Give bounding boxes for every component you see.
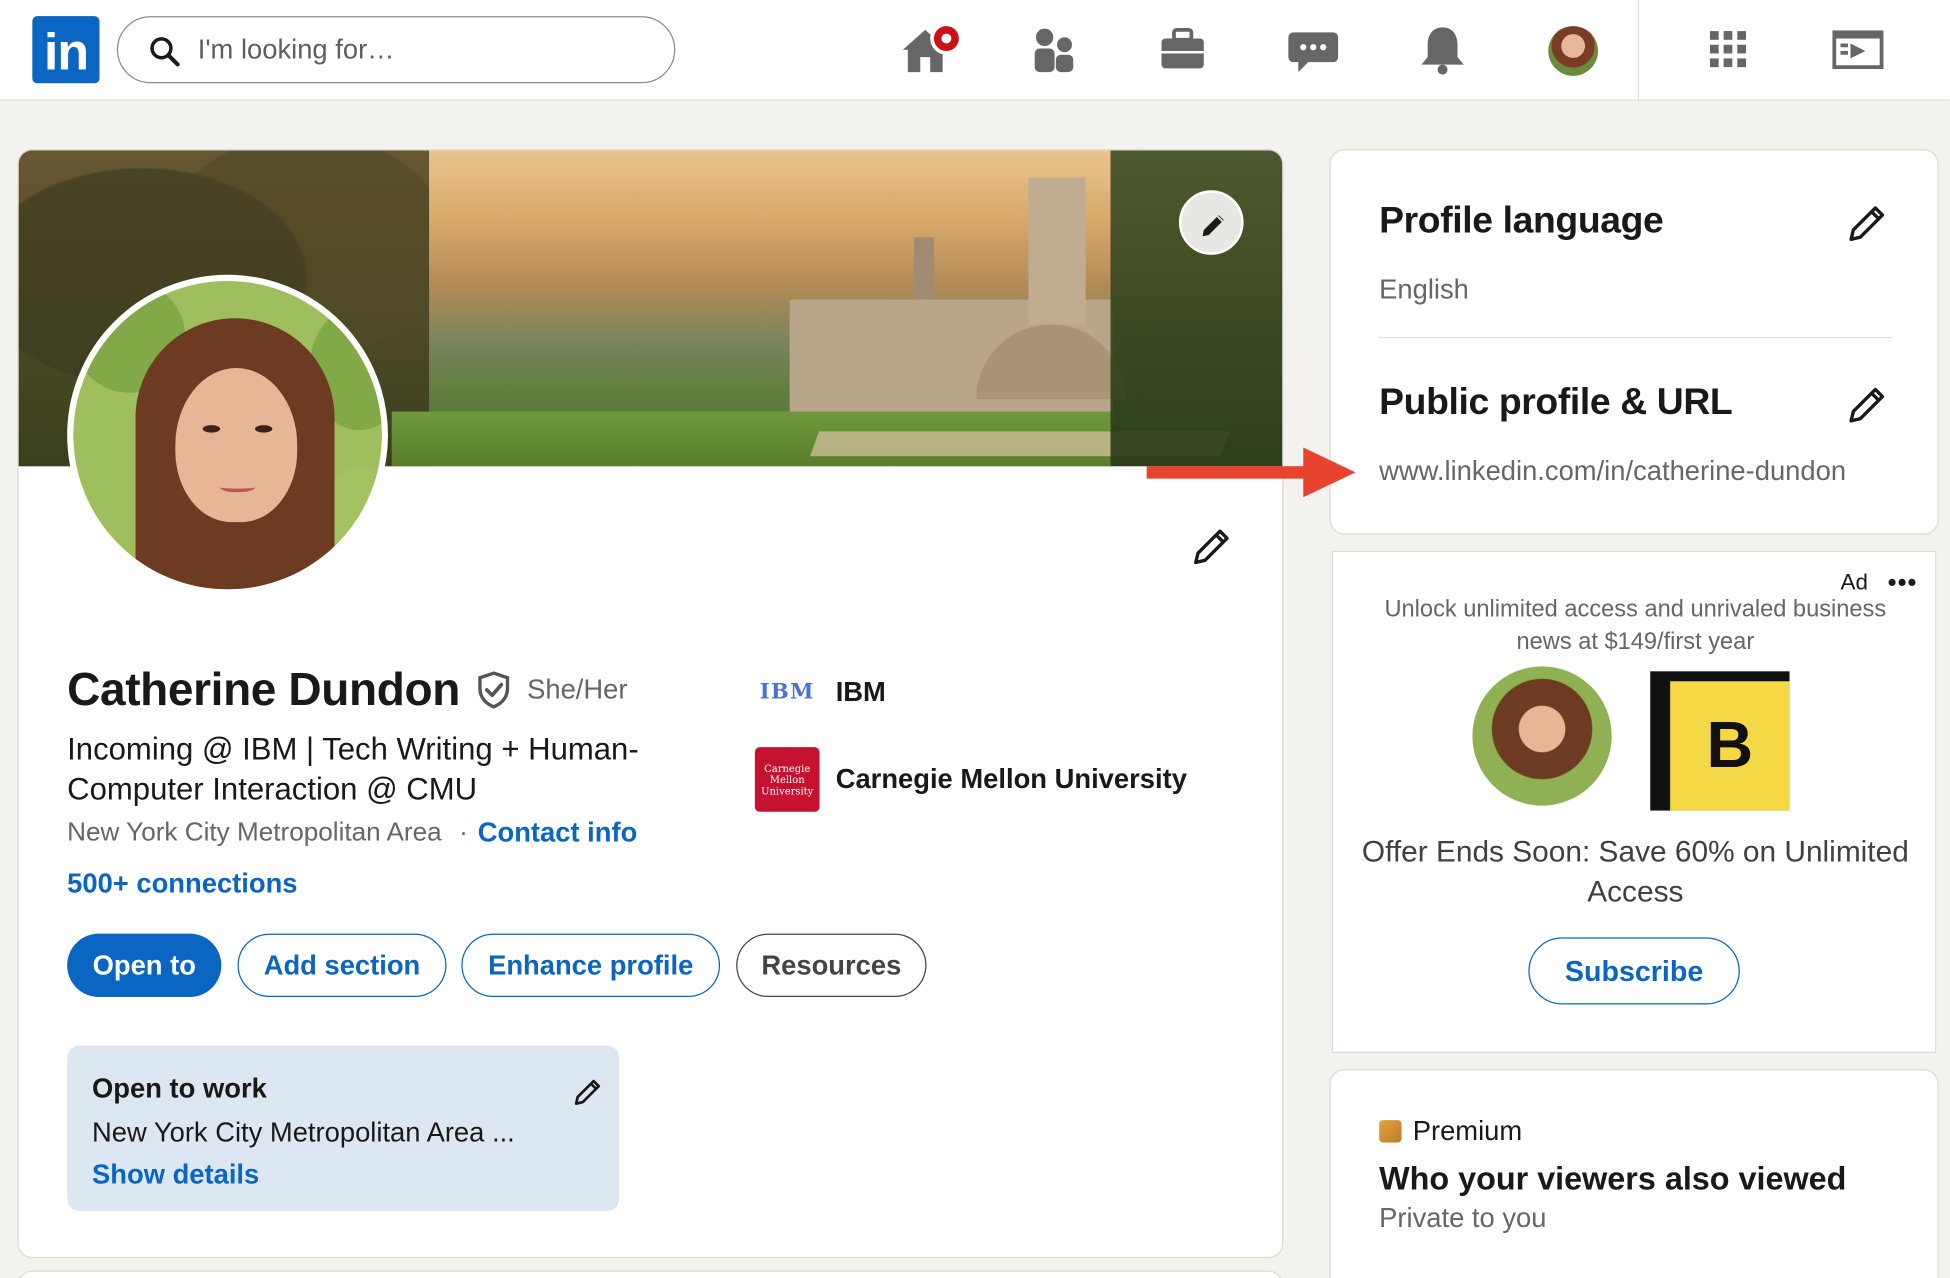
company-name: IBM bbox=[835, 676, 886, 708]
me-avatar[interactable] bbox=[1548, 26, 1599, 76]
cmu-logo: Carnegie Mellon University bbox=[754, 747, 820, 812]
nav-divider bbox=[1637, 0, 1640, 101]
ad-text: Unlock unlimited access and unrivaled bu… bbox=[1384, 596, 1887, 656]
ad-card: Ad ••• Unlock unlimited access and unriv… bbox=[1331, 550, 1937, 1053]
name-row: Catherine Dundon She/Her bbox=[67, 663, 627, 718]
section-divider bbox=[1379, 336, 1892, 339]
add-section-button[interactable]: Add section bbox=[237, 933, 447, 998]
edit-intro-pencil-icon[interactable] bbox=[1190, 523, 1235, 568]
verified-shield-icon[interactable] bbox=[475, 670, 512, 710]
premium-label: Premium bbox=[1412, 1115, 1523, 1147]
search-icon bbox=[150, 37, 180, 67]
my-network-icon[interactable] bbox=[1027, 22, 1082, 77]
edit-public-profile-pencil-icon[interactable] bbox=[1846, 382, 1891, 427]
notifications-icon[interactable] bbox=[1415, 22, 1470, 77]
enhance-profile-button[interactable]: Enhance profile bbox=[461, 933, 721, 998]
pencil-icon bbox=[1202, 215, 1224, 237]
profile-language-value: English bbox=[1379, 273, 1469, 305]
profile-card: Catherine Dundon She/Her Incoming @ IBM … bbox=[17, 149, 1284, 1259]
edit-profile-language-pencil-icon[interactable] bbox=[1846, 200, 1891, 245]
open-to-work-box: Open to work New York City Metropolitan … bbox=[67, 1045, 620, 1211]
jobs-icon[interactable] bbox=[1155, 22, 1210, 77]
show-details-link[interactable]: Show details bbox=[92, 1159, 259, 1191]
open-to-work-title: Open to work bbox=[92, 1072, 267, 1104]
pronouns: She/Her bbox=[527, 673, 628, 705]
profile-photo[interactable] bbox=[67, 274, 389, 596]
learning-icon[interactable] bbox=[1831, 22, 1886, 77]
separator-dot: · bbox=[459, 818, 468, 847]
next-section-card bbox=[17, 1270, 1284, 1278]
viewers-also-viewed-title: Who your viewers also viewed bbox=[1379, 1159, 1847, 1198]
profile-headline: Incoming @ IBM | Tech Writing + Human-Co… bbox=[67, 732, 639, 807]
school-name: Carnegie Mellon University bbox=[835, 763, 1187, 795]
edit-open-to-work-pencil-icon[interactable] bbox=[572, 1075, 604, 1107]
resources-button[interactable]: Resources bbox=[736, 933, 927, 998]
linkedin-logo[interactable]: in bbox=[32, 16, 100, 84]
ad-user-avatar bbox=[1472, 666, 1612, 806]
public-profile-title: Public profile & URL bbox=[1379, 381, 1733, 423]
premium-icon bbox=[1379, 1120, 1402, 1143]
top-navigation-bar: in bbox=[0, 0, 1950, 101]
ibm-logo: IBM bbox=[754, 660, 820, 725]
search-input[interactable] bbox=[197, 29, 646, 70]
open-to-work-location: New York City Metropolitan Area ... bbox=[92, 1116, 515, 1148]
banner-tower bbox=[1028, 177, 1086, 325]
annotation-arrow bbox=[1146, 447, 1356, 498]
open-to-button[interactable]: Open to bbox=[67, 933, 222, 998]
ad-label: Ad bbox=[1840, 569, 1868, 595]
profile-location: New York City Metropolitan Area bbox=[67, 818, 442, 847]
ad-brand-logo: B bbox=[1650, 671, 1790, 811]
work-grid-icon[interactable] bbox=[1701, 22, 1756, 77]
private-to-you-label: Private to you bbox=[1379, 1202, 1547, 1234]
profile-settings-card: Profile language English Public profile … bbox=[1329, 149, 1939, 535]
ad-offer-text: Offer Ends Soon: Save 60% on Unlimited A… bbox=[1361, 835, 1909, 909]
search-bar[interactable] bbox=[116, 16, 676, 84]
subscribe-button[interactable]: Subscribe bbox=[1528, 937, 1740, 1005]
contact-info-link[interactable]: Contact info bbox=[478, 817, 638, 849]
home-notification-badge bbox=[930, 22, 963, 55]
profile-language-title: Profile language bbox=[1379, 200, 1664, 242]
education-cmu[interactable]: Carnegie Mellon University Carnegie Mell… bbox=[754, 747, 1187, 812]
ad-brand-letter: B bbox=[1670, 681, 1790, 811]
premium-viewers-card: Premium Who your viewers also viewed Pri… bbox=[1329, 1069, 1939, 1278]
public-profile-url[interactable]: www.linkedin.com/in/catherine-dundon bbox=[1379, 455, 1846, 487]
connections-link[interactable]: 500+ connections bbox=[67, 868, 297, 900]
edit-banner-button[interactable] bbox=[1178, 190, 1244, 255]
messaging-icon[interactable] bbox=[1286, 22, 1341, 77]
profile-name: Catherine Dundon bbox=[67, 663, 460, 715]
company-ibm[interactable]: IBM IBM bbox=[754, 660, 886, 725]
location-row: New York City Metropolitan Area · Contac… bbox=[67, 817, 637, 849]
